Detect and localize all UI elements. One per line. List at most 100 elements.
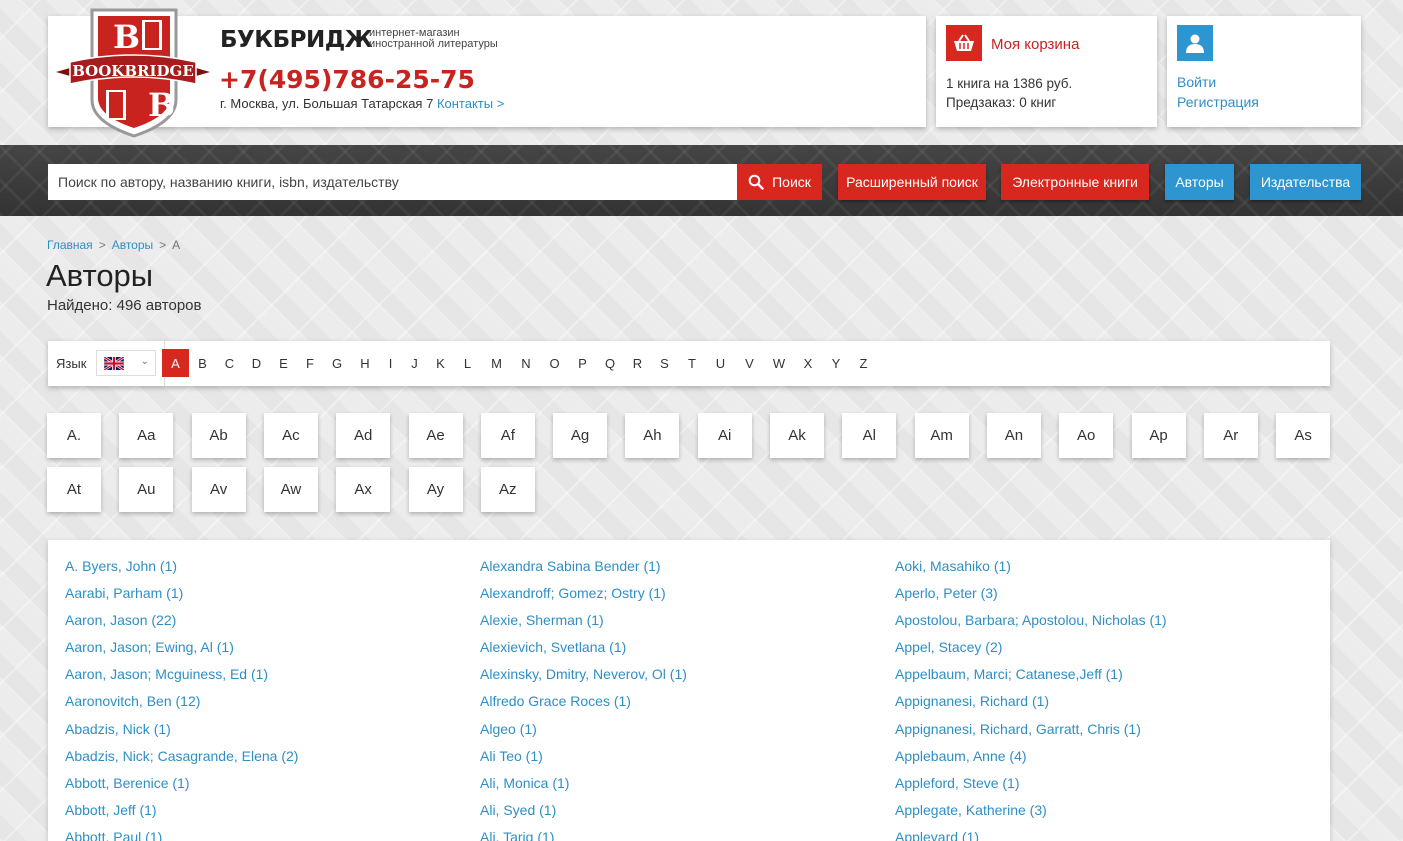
letter-filter-q[interactable]: Q <box>596 349 624 377</box>
prefix-tile[interactable]: Ao <box>1059 413 1114 458</box>
author-link[interactable]: Applebaum, Anne (4) <box>895 748 1167 775</box>
author-link[interactable]: Algeo (1) <box>480 721 687 748</box>
prefix-tile[interactable]: An <box>986 413 1041 458</box>
authors-button[interactable]: Авторы <box>1165 164 1234 200</box>
phone-number[interactable]: +7(495)786-25-75 <box>219 65 475 94</box>
author-link[interactable]: Ali, Monica (1) <box>480 775 687 802</box>
advanced-search-button[interactable]: Расширенный поиск <box>838 164 986 200</box>
author-link[interactable]: Ali Teo (1) <box>480 748 687 775</box>
bookbridge-logo[interactable]: B BOOKBRIDGE B <box>50 4 216 138</box>
prefix-tile[interactable]: Ar <box>1203 413 1258 458</box>
prefix-tile[interactable]: Aa <box>119 413 174 458</box>
prefix-tile[interactable]: Ah <box>625 413 680 458</box>
letter-filter-p[interactable]: P <box>569 349 596 377</box>
letter-filter-l[interactable]: L <box>454 349 481 377</box>
author-link[interactable]: Aaronovitch, Ben (12) <box>65 693 298 720</box>
author-link[interactable]: Appignanesi, Richard, Garratt, Chris (1) <box>895 721 1167 748</box>
letter-filter-w[interactable]: W <box>764 349 794 377</box>
letter-filter-j[interactable]: J <box>402 349 427 377</box>
prefix-tile[interactable]: Ag <box>553 413 608 458</box>
letter-filter-a[interactable]: A <box>162 349 189 377</box>
author-link[interactable]: Aaron, Jason; Ewing, Al (1) <box>65 639 298 666</box>
author-link[interactable]: Alexinsky, Dmitry, Neverov, Ol (1) <box>480 666 687 693</box>
login-link[interactable]: Войти <box>1177 74 1216 90</box>
prefix-tile[interactable]: Aw <box>263 467 318 512</box>
basket-icon[interactable] <box>946 25 982 61</box>
prefix-tile[interactable]: Au <box>119 467 174 512</box>
letter-filter-n[interactable]: N <box>512 349 540 377</box>
author-link[interactable]: Appelbaum, Marci; Catanese,Jeff (1) <box>895 666 1167 693</box>
prefix-tile[interactable]: Ay <box>408 467 463 512</box>
author-link[interactable]: Alexie, Sherman (1) <box>480 612 687 639</box>
author-link[interactable]: Ali, Syed (1) <box>480 802 687 829</box>
letter-filter-u[interactable]: U <box>706 349 735 377</box>
author-link[interactable]: Alexievich, Svetlana (1) <box>480 639 687 666</box>
prefix-tile[interactable]: Am <box>914 413 969 458</box>
search-input[interactable] <box>48 164 737 200</box>
prefix-tile[interactable]: Az <box>480 467 535 512</box>
prefix-tile[interactable]: Al <box>842 413 897 458</box>
prefix-tile[interactable]: Ae <box>408 413 463 458</box>
author-link[interactable]: Appleyard (1) <box>895 829 1167 841</box>
letter-filter-h[interactable]: H <box>351 349 379 377</box>
author-link[interactable]: Abbott, Berenice (1) <box>65 775 298 802</box>
prefix-tile[interactable]: Ac <box>263 413 318 458</box>
letter-filter-v[interactable]: V <box>735 349 764 377</box>
author-link[interactable]: Appignanesi, Richard (1) <box>895 693 1167 720</box>
author-link[interactable]: Abbott, Jeff (1) <box>65 802 298 829</box>
letter-filter-y[interactable]: Y <box>822 349 850 377</box>
letter-filter-d[interactable]: D <box>243 349 270 377</box>
letter-filter-g[interactable]: G <box>323 349 351 377</box>
letter-filter-m[interactable]: M <box>481 349 512 377</box>
author-link[interactable]: Alexandra Sabina Bender (1) <box>480 558 687 585</box>
author-link[interactable]: Appel, Stacey (2) <box>895 639 1167 666</box>
cart-link[interactable]: Моя корзина <box>991 36 1079 53</box>
prefix-tile[interactable]: Ax <box>336 467 391 512</box>
author-link[interactable]: Appleford, Steve (1) <box>895 775 1167 802</box>
author-link[interactable]: Apostolou, Barbara; Apostolou, Nicholas … <box>895 612 1167 639</box>
letter-filter-i[interactable]: I <box>379 349 402 377</box>
author-link[interactable]: Ali, Tariq (1) <box>480 829 687 841</box>
breadcrumb-home[interactable]: Главная <box>47 238 93 252</box>
letter-filter-c[interactable]: C <box>216 349 243 377</box>
breadcrumb-authors[interactable]: Авторы <box>112 238 153 252</box>
letter-filter-k[interactable]: K <box>427 349 454 377</box>
search-button[interactable]: Поиск <box>737 164 822 200</box>
letter-filter-z[interactable]: Z <box>850 349 877 377</box>
prefix-tile[interactable]: Ak <box>770 413 824 458</box>
letter-filter-f[interactable]: F <box>297 349 323 377</box>
user-icon[interactable] <box>1177 25 1213 61</box>
letter-filter-o[interactable]: O <box>540 349 569 377</box>
prefix-tile[interactable]: Av <box>191 467 246 512</box>
register-link[interactable]: Регистрация <box>1177 94 1259 110</box>
prefix-tile[interactable]: As <box>1276 413 1331 458</box>
prefix-tile[interactable]: A. <box>47 413 101 458</box>
letter-filter-b[interactable]: B <box>189 349 216 377</box>
prefix-tile[interactable]: Ai <box>697 413 752 458</box>
ebooks-button[interactable]: Электронные книги <box>1001 164 1149 200</box>
author-link[interactable]: Abadzis, Nick; Casagrande, Elena (2) <box>65 748 298 775</box>
author-link[interactable]: Aaron, Jason; Mcguiness, Ed (1) <box>65 666 298 693</box>
author-link[interactable]: Abadzis, Nick (1) <box>65 721 298 748</box>
author-link[interactable]: Aoki, Masahiko (1) <box>895 558 1167 585</box>
letter-filter-r[interactable]: R <box>624 349 651 377</box>
letter-filter-t[interactable]: T <box>678 349 706 377</box>
language-select[interactable]: ⌄ <box>96 350 156 376</box>
prefix-tile[interactable]: Af <box>480 413 535 458</box>
prefix-tile[interactable]: Ap <box>1131 413 1186 458</box>
publishers-button[interactable]: Издательства <box>1250 164 1361 200</box>
letter-filter-s[interactable]: S <box>651 349 678 377</box>
author-link[interactable]: Alexandroff; Gomez; Ostry (1) <box>480 585 687 612</box>
contacts-link[interactable]: Контакты > <box>437 96 504 111</box>
author-link[interactable]: Aarabi, Parham (1) <box>65 585 298 612</box>
letter-filter-x[interactable]: X <box>794 349 822 377</box>
author-link[interactable]: Abbott, Paul (1) <box>65 829 298 841</box>
author-link[interactable]: Applegate, Katherine (3) <box>895 802 1167 829</box>
author-link[interactable]: Aperlo, Peter (3) <box>895 585 1167 612</box>
author-link[interactable]: Aaron, Jason (22) <box>65 612 298 639</box>
author-link[interactable]: A. Byers, John (1) <box>65 558 298 585</box>
letter-filter-e[interactable]: E <box>270 349 297 377</box>
prefix-tile[interactable]: Ab <box>191 413 246 458</box>
prefix-tile[interactable]: At <box>47 467 101 512</box>
author-link[interactable]: Alfredo Grace Roces (1) <box>480 693 687 720</box>
